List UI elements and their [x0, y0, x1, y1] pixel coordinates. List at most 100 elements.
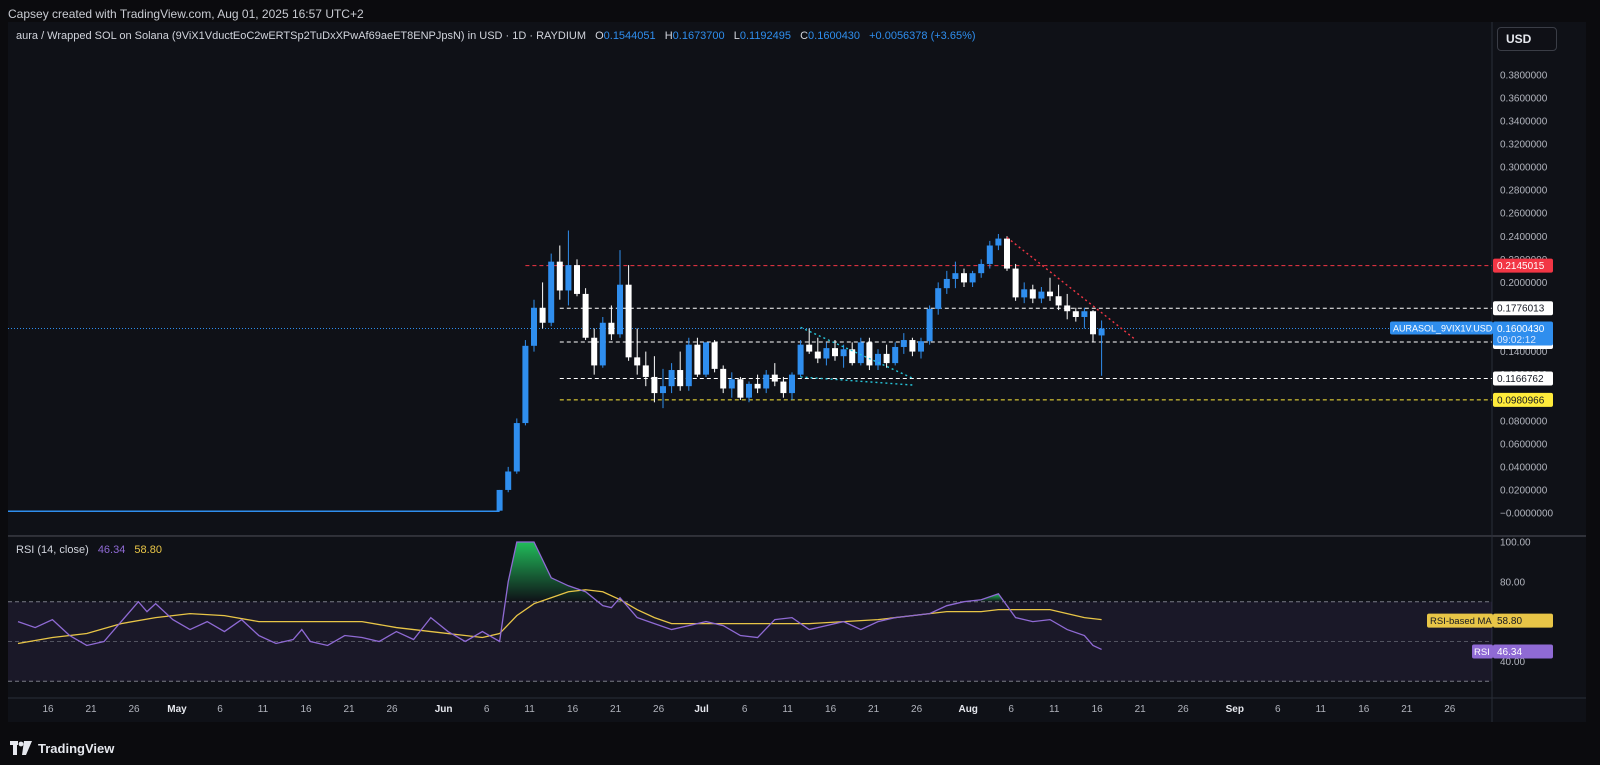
candle-body [513, 423, 520, 472]
candle-body [909, 340, 916, 352]
candle-body [728, 379, 735, 389]
candle-body [1072, 311, 1079, 317]
rsi-indicator-name[interactable]: RSI (14, close) [16, 544, 89, 556]
candle-body [651, 376, 658, 394]
candle-body [1047, 291, 1053, 297]
rsi-legend: RSI (14, close) 46.34 58.80 [16, 544, 162, 556]
rsi-tick-label: 40.00 [1500, 657, 1525, 668]
price-tick-label: 0.3800000 [1500, 70, 1548, 81]
candle-body [677, 370, 684, 387]
time-axis [8, 698, 1586, 722]
candle-body [565, 265, 572, 291]
candle-body [668, 370, 675, 387]
candle-body [995, 238, 1002, 246]
price-tick-label: 0.3400000 [1500, 116, 1548, 127]
price-tick-label: 0.0600000 [1500, 439, 1548, 450]
time-tick-label: Jun [435, 704, 453, 715]
symbol-tag-label: AURASOL_9VIX1V.USD [1393, 323, 1493, 333]
candle-body [522, 345, 529, 424]
time-tick-label: 26 [653, 704, 665, 715]
candle-body [892, 346, 899, 364]
candle-body [935, 288, 942, 309]
candle-body [711, 342, 718, 369]
candle-body [591, 337, 598, 366]
candle-body [1012, 268, 1019, 298]
rsi-ma-name-label: RSI-based MA [1430, 616, 1492, 627]
price-tick-label: 0.2000000 [1500, 278, 1548, 289]
candle-body [926, 308, 933, 342]
candle-body [969, 273, 976, 283]
time-tick-label: 6 [217, 704, 223, 715]
candle-body [823, 348, 830, 359]
time-tick-label: 16 [567, 704, 579, 715]
price-level-tag-label: 0.1166762 [1497, 374, 1544, 385]
time-tick-label: 11 [258, 704, 269, 715]
time-tick-label: Sep [1226, 704, 1244, 715]
candle-body [978, 263, 985, 274]
currency-button[interactable]: USD [1497, 27, 1557, 51]
brand-name: TradingView [38, 740, 115, 756]
time-tick-label: 11 [1316, 704, 1327, 715]
price-level-tag-label: 0.1776013 [1497, 304, 1545, 315]
candle-body [1038, 291, 1045, 299]
candle-body [574, 265, 580, 294]
candle-body [754, 383, 761, 389]
candle-body [763, 374, 770, 389]
tradingview-logo[interactable]: TradingView [10, 738, 114, 758]
time-tick-label: 21 [1401, 704, 1413, 715]
candle-body [1021, 289, 1028, 298]
candle-body [832, 348, 838, 357]
time-tick-label: May [167, 704, 187, 715]
candle-body [556, 261, 563, 291]
change-value: +0.0056378 (+3.65%) [869, 30, 976, 42]
time-tick-label: 26 [386, 704, 398, 715]
candle-body [789, 374, 795, 394]
candle-body [918, 341, 924, 352]
symbol-description[interactable]: aura / Wrapped SOL on Solana (9ViX1Vduct… [16, 30, 586, 42]
symbol-legend: aura / Wrapped SOL on Solana (9ViX1Vduct… [16, 30, 976, 42]
candle-body [797, 344, 804, 375]
chart-canvas[interactable]: 0.3800000 0.3600000 0.3400000 0.3200000 0.30… [0, 0, 1600, 765]
time-tick-label: 16 [300, 704, 312, 715]
time-tick-label: 21 [343, 704, 355, 715]
bar-countdown: 09:02:12 [1497, 335, 1536, 346]
rsi-ma-legend-value: 58.80 [134, 544, 162, 556]
time-tick-label: 11 [1049, 704, 1060, 715]
time-tick-label: 11 [782, 704, 793, 715]
candle-body [1029, 289, 1036, 299]
price-tick-label: 0.0400000 [1500, 462, 1548, 473]
price-level-tag-label: 0.2145015 [1497, 261, 1545, 272]
candle-body [986, 245, 993, 264]
candle-body [694, 344, 701, 375]
tradingview-screenshot: Capsey created with TradingView.com, Aug… [0, 0, 1600, 765]
time-tick-label: 26 [1444, 704, 1456, 715]
candle-body [685, 344, 692, 387]
low-value: 0.1192495 [739, 30, 792, 42]
candle-body [539, 307, 546, 323]
candle-body [703, 342, 709, 375]
candle-body [780, 381, 787, 394]
time-tick-label: Jul [694, 704, 709, 715]
price-tick-label: 0.3000000 [1500, 163, 1548, 174]
open-label: O [595, 30, 604, 42]
candle-body [1098, 328, 1105, 336]
candle-body [866, 342, 873, 366]
candle-body [1004, 238, 1010, 269]
rsi-value-label: 46.34 [1497, 647, 1522, 658]
candle-body [599, 322, 606, 366]
open-value: 0.1544051 [603, 30, 656, 42]
rsi-ma-value-label: 58.80 [1497, 616, 1522, 627]
price-level-tag-label: 0.0980966 [1497, 395, 1545, 406]
high-value: 0.1673700 [672, 30, 725, 42]
rsi-legend-value: 46.34 [97, 544, 126, 556]
time-tick-label: 6 [1275, 704, 1281, 715]
candle-body [883, 353, 890, 364]
candle-body [961, 273, 967, 283]
candle-body [608, 322, 615, 335]
time-tick-label: 11 [524, 704, 535, 715]
price-tick-label: 0.3600000 [1500, 93, 1548, 104]
candle-body [642, 365, 649, 377]
time-tick-label: 6 [484, 704, 490, 715]
time-tick-label: Aug [958, 704, 977, 715]
time-tick-label: 21 [610, 704, 622, 715]
